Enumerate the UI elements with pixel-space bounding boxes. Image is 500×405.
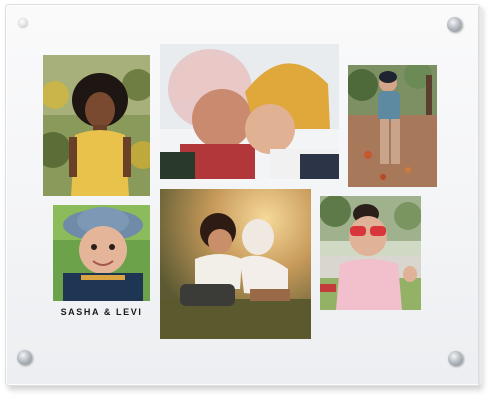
photo-girl-yellow-dress [43, 55, 150, 196]
acrylic-edge [478, 7, 482, 385]
photo-two-children-knit-hats [160, 44, 339, 179]
photo-girl-red-sunglasses [320, 196, 421, 310]
photo-toddler-bucket-hat [53, 205, 150, 301]
names-caption: SASHA & LEVI [60, 307, 143, 317]
standoff-bolt-bottom-right [448, 351, 463, 366]
standoff-bolt-bottom-left [17, 350, 32, 365]
standoff-bolt-top-right [447, 17, 462, 32]
standoff-bolt-top-left [18, 18, 28, 28]
photo-child-autumn-leaves [348, 65, 437, 187]
photo-children-hugging-sunset [160, 189, 311, 339]
